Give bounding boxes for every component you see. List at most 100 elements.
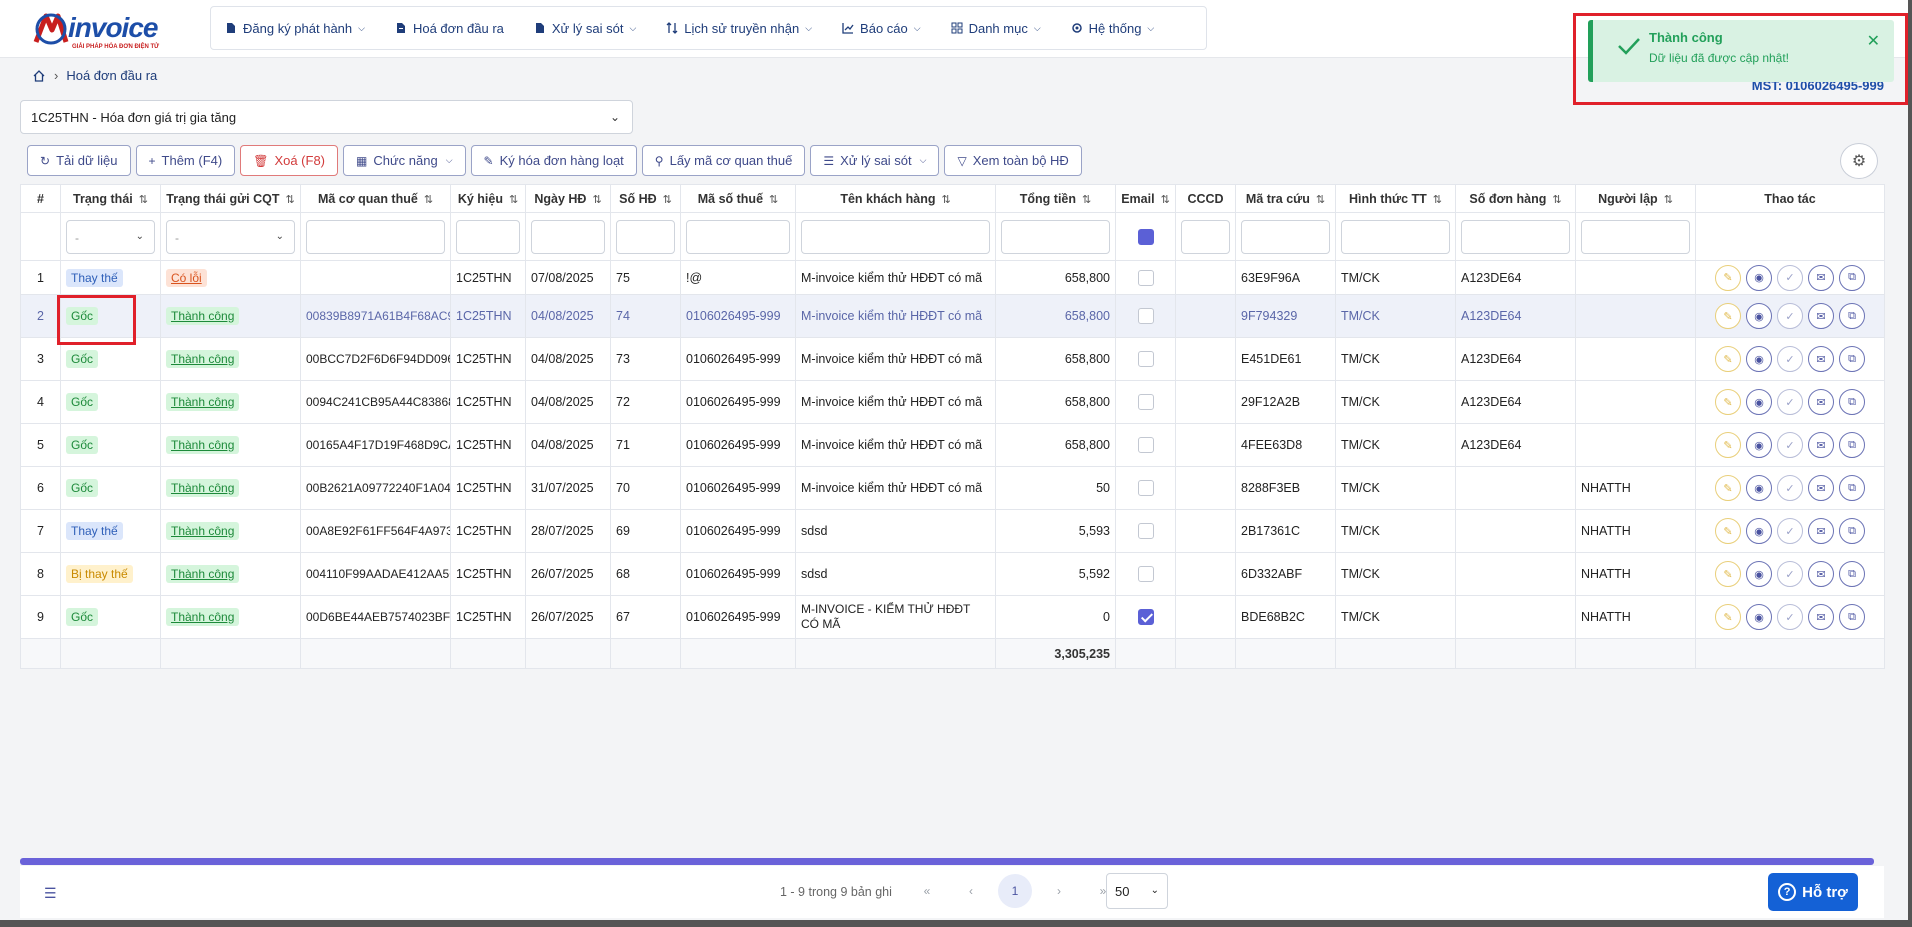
page-number[interactable]: 1: [998, 874, 1032, 908]
email-checkbox[interactable]: [1137, 523, 1154, 539]
invoice-template-select[interactable]: 1C25THN - Hóa đơn giá trị gia tăng ⌄: [20, 100, 633, 134]
minvoice-logo[interactable]: invoice GIẢI PHÁP HÓA ĐƠN ĐIỆN TỬ: [32, 10, 172, 50]
table-settings-button[interactable]: ⚙: [1840, 143, 1878, 179]
page-size-select[interactable]: 50 ⌄: [1106, 873, 1168, 909]
edit-icon[interactable]: ✎: [1715, 346, 1741, 372]
edit-icon[interactable]: ✎: [1715, 432, 1741, 458]
email-checkbox[interactable]: [1137, 437, 1154, 453]
prev-page-icon[interactable]: ‹: [954, 874, 988, 908]
batch-sign-button[interactable]: ✎ Ký hóa đơn hàng loạt: [470, 145, 637, 176]
email-checkbox[interactable]: [1137, 351, 1154, 367]
mail-icon[interactable]: ✉: [1808, 604, 1834, 630]
creator-filter[interactable]: [1581, 219, 1690, 254]
mail-icon[interactable]: ✉: [1808, 389, 1834, 415]
email-checkbox[interactable]: [1137, 566, 1154, 582]
status-filter[interactable]: - ⌄: [66, 219, 155, 254]
edit-icon[interactable]: ✎: [1715, 303, 1741, 329]
col-header-date[interactable]: Ngày HĐ ⇅: [525, 184, 611, 213]
email-checkbox[interactable]: [1137, 609, 1154, 625]
email-checkbox[interactable]: [1137, 394, 1154, 410]
view-icon[interactable]: ◉: [1746, 604, 1772, 630]
table-row[interactable]: 7 Thay thế Thành công 00A8E92F61FF564F4A973…: [20, 509, 1885, 553]
col-header-email[interactable]: Email ⇅: [1115, 184, 1176, 213]
cqt-status-link[interactable]: Thành công: [166, 436, 240, 454]
list-icon[interactable]: ☰: [44, 885, 57, 902]
edit-icon[interactable]: ✎: [1715, 518, 1741, 544]
copy-icon[interactable]: ⧉: [1839, 561, 1865, 587]
table-row[interactable]: 8 Bị thay thế Thành công 004110F99AADAE412A…: [20, 552, 1885, 596]
mail-icon[interactable]: ✉: [1808, 518, 1834, 544]
col-header-tax-authority-code[interactable]: Mã cơ quan thuế ⇅: [300, 184, 451, 213]
col-header-tax-id[interactable]: Mã số thuế ⇅: [680, 184, 796, 213]
total-filter[interactable]: [1001, 219, 1110, 254]
copy-icon[interactable]: ⧉: [1839, 518, 1865, 544]
lookup-code-filter[interactable]: [1241, 219, 1330, 254]
menu-he-thong[interactable]: Hệ thống ⌵: [1071, 21, 1154, 36]
sign-icon[interactable]: ✓: [1777, 432, 1803, 458]
view-icon[interactable]: ◉: [1746, 518, 1772, 544]
col-header-cccd[interactable]: CCCD: [1175, 184, 1236, 213]
next-page-icon[interactable]: ›: [1042, 874, 1076, 908]
delete-button[interactable]: 🗑 Xoá (F8): [240, 145, 339, 176]
mail-icon[interactable]: ✉: [1808, 475, 1834, 501]
mail-icon[interactable]: ✉: [1808, 264, 1834, 291]
col-header-lookup-code[interactable]: Mã tra cứu ⇅: [1235, 184, 1336, 213]
table-row[interactable]: 6 Gốc Thành công 00B2621A09772240F1A04F06CD…: [20, 466, 1885, 510]
col-header-customer[interactable]: Tên khách hàng ⇅: [795, 184, 996, 213]
copy-icon[interactable]: ⧉: [1839, 303, 1865, 329]
cqt-status-link[interactable]: Thành công: [166, 307, 240, 325]
col-header-invoice-no[interactable]: Số HĐ ⇅: [610, 184, 681, 213]
email-checkbox[interactable]: [1137, 480, 1154, 496]
cqt-status-link[interactable]: Thành công: [166, 608, 240, 626]
email-checkbox[interactable]: [1137, 308, 1154, 324]
mail-icon[interactable]: ✉: [1808, 303, 1834, 329]
cqt-status-link[interactable]: Thành công: [166, 350, 240, 368]
sign-icon[interactable]: ✓: [1777, 389, 1803, 415]
customer-filter[interactable]: [801, 219, 990, 254]
add-button[interactable]: + Thêm (F4): [135, 145, 236, 176]
copy-icon[interactable]: ⧉: [1839, 346, 1865, 372]
view-icon[interactable]: ◉: [1746, 561, 1772, 587]
get-tax-code-button[interactable]: ⚲ Lấy mã cơ quan thuế: [641, 145, 806, 176]
menu-dang-ky-phat-hanh[interactable]: Đăng ký phát hành ⌵: [225, 21, 365, 36]
payment-filter[interactable]: [1341, 219, 1450, 254]
sign-icon[interactable]: ✓: [1777, 475, 1803, 501]
view-icon[interactable]: ◉: [1746, 264, 1772, 291]
tax-authority-code-filter[interactable]: [306, 219, 445, 254]
col-header-creator[interactable]: Người lập ⇅: [1575, 184, 1696, 213]
cqt-status-link[interactable]: Thành công: [166, 522, 240, 540]
edit-icon[interactable]: ✎: [1715, 604, 1741, 630]
mail-icon[interactable]: ✉: [1808, 346, 1834, 372]
copy-icon[interactable]: ⧉: [1839, 475, 1865, 501]
menu-xu-ly-sai-sot[interactable]: Xử lý sai sót ⌵: [534, 21, 636, 36]
menu-hoa-don-dau-ra[interactable]: Hoá đơn đầu ra: [395, 21, 504, 36]
sign-icon[interactable]: ✓: [1777, 346, 1803, 372]
functions-button[interactable]: ▦ Chức năng ⌵: [343, 145, 466, 176]
invoice-no-filter[interactable]: [616, 219, 675, 254]
cqt-status-link[interactable]: Thành công: [166, 479, 240, 497]
date-filter[interactable]: [531, 219, 605, 254]
cqt-status-filter[interactable]: - ⌄: [166, 219, 295, 254]
tax-id-filter[interactable]: [686, 219, 790, 254]
col-header-total[interactable]: Tổng tiền ⇅: [995, 184, 1116, 213]
view-icon[interactable]: ◉: [1746, 346, 1772, 372]
menu-bao-cao[interactable]: Báo cáo ⌵: [842, 21, 921, 36]
edit-icon[interactable]: ✎: [1715, 561, 1741, 587]
menu-danh-muc[interactable]: Danh mục ⌵: [951, 21, 1041, 36]
table-row[interactable]: 2GốcThành công00839B8971A61B4F68AC9B25C0…: [20, 294, 1885, 338]
sign-icon[interactable]: ✓: [1777, 303, 1803, 329]
sign-icon[interactable]: ✓: [1777, 518, 1803, 544]
horizontal-scrollbar[interactable]: [20, 858, 1874, 865]
table-row[interactable]: 5 Gốc Thành công 00165A4F17D19F468D9CAEE029…: [20, 423, 1885, 467]
email-checkbox[interactable]: [1137, 269, 1154, 286]
sign-icon[interactable]: ✓: [1777, 264, 1803, 291]
col-header-status[interactable]: Trạng thái ⇅: [60, 184, 161, 213]
view-icon[interactable]: ◉: [1746, 389, 1772, 415]
view-icon[interactable]: ◉: [1746, 303, 1772, 329]
help-button[interactable]: ? Hỗ trợ: [1768, 873, 1858, 911]
mail-icon[interactable]: ✉: [1808, 561, 1834, 587]
error-handling-button[interactable]: ☰ Xử lý sai sót ⌵: [810, 145, 940, 176]
sign-icon[interactable]: ✓: [1777, 561, 1803, 587]
view-icon[interactable]: ◉: [1746, 475, 1772, 501]
table-row[interactable]: 1 Thay thế Có lỗi 1C25THN 07/08/2025 75 !@ M-in…: [20, 260, 1885, 295]
